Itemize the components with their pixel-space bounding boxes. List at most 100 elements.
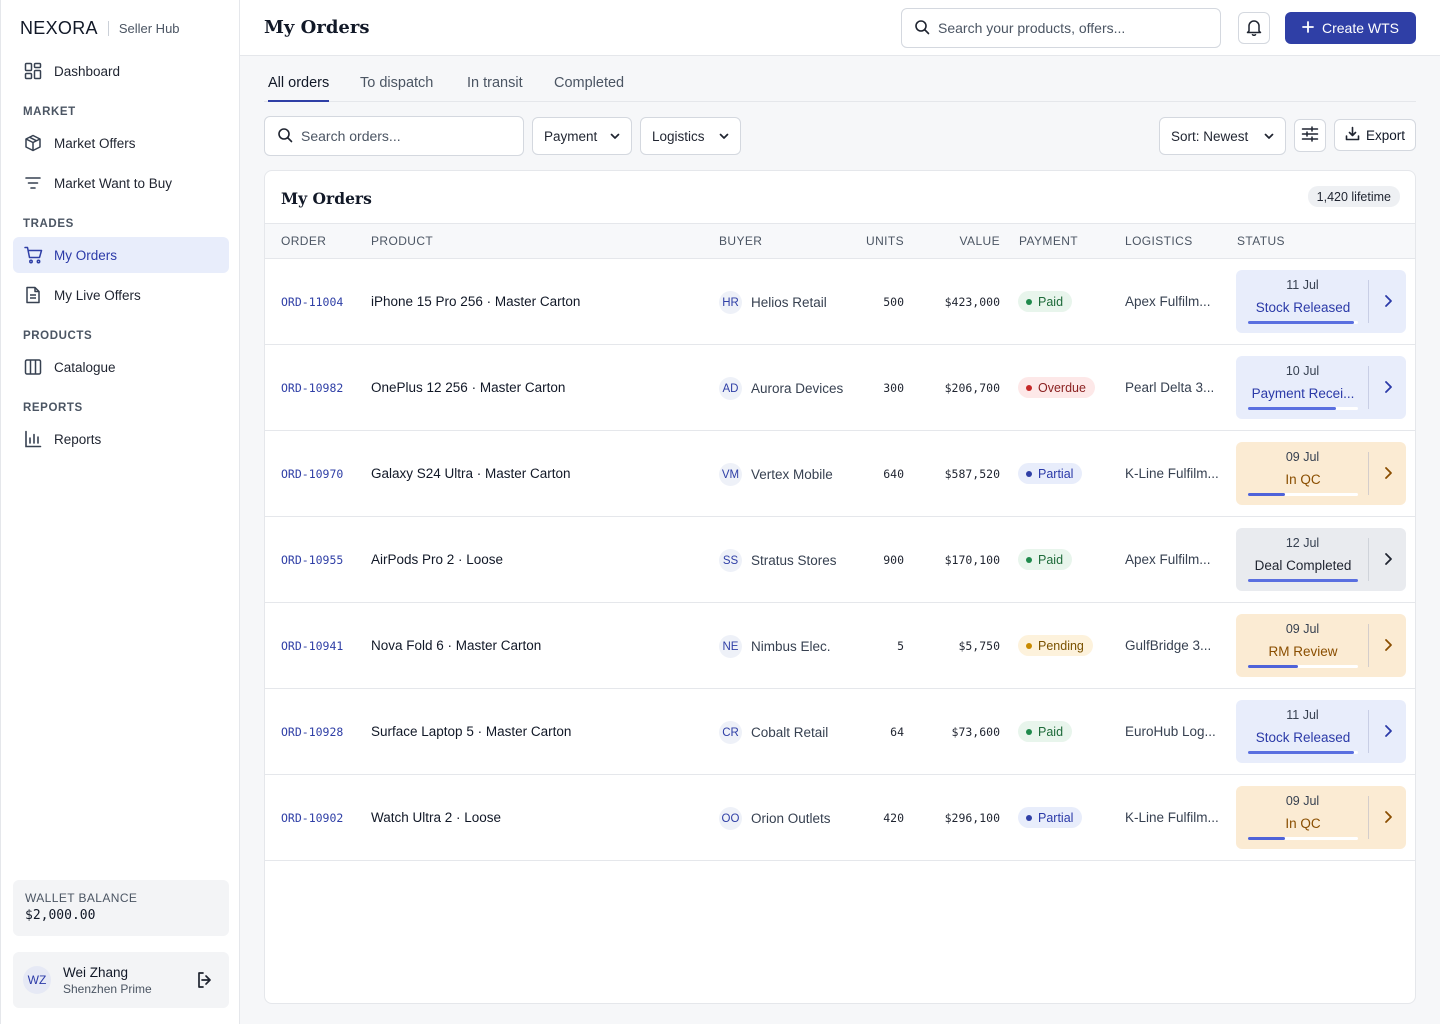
order-value: $587,520 xyxy=(944,467,1000,481)
chevron-right-icon[interactable] xyxy=(1380,637,1396,653)
create-wts-label: Create WTS xyxy=(1321,20,1399,36)
avatar: WZ xyxy=(23,966,51,994)
table-row[interactable]: ORD-10970 Galaxy S24 Ultra · Master Carto… xyxy=(265,431,1415,517)
table-row[interactable]: ORD-10928 Surface Laptop 5 · Master Carto… xyxy=(265,689,1415,775)
order-status-card[interactable]: 09 Jul RM Review xyxy=(1236,614,1406,677)
order-status-card[interactable]: 09 Jul In QC xyxy=(1236,786,1406,849)
order-status-card[interactable]: 09 Jul In QC xyxy=(1236,442,1406,505)
global-search[interactable] xyxy=(901,8,1221,48)
logout-icon[interactable] xyxy=(195,970,215,990)
create-wts-button[interactable]: Create WTS xyxy=(1285,12,1416,44)
chevron-right-icon[interactable] xyxy=(1380,293,1396,309)
status-label: Stock Released xyxy=(1255,730,1351,745)
column-header-order[interactable]: ORDER xyxy=(281,234,326,248)
sidebar-item-label: Market Offers xyxy=(54,135,136,151)
chevron-right-icon[interactable] xyxy=(1380,723,1396,739)
column-header-status[interactable]: STATUS xyxy=(1237,234,1285,248)
brand-logo: NEXORA xyxy=(20,17,98,38)
order-id-link[interactable]: ORD-10970 xyxy=(281,467,343,481)
sidebar-item-label: Reports xyxy=(54,431,102,447)
order-status-card[interactable]: 12 Jul Deal Completed xyxy=(1236,528,1406,591)
status-date: 10 Jul xyxy=(1285,364,1320,378)
sidebar-item-my-live-offers[interactable]: My Live Offers xyxy=(13,277,229,313)
order-id-link[interactable]: ORD-10941 xyxy=(281,639,343,653)
order-status-card[interactable]: 11 Jul Stock Released xyxy=(1236,700,1406,763)
logistics-provider: Apex Fulfilm... xyxy=(1125,294,1211,309)
order-id-link[interactable]: ORD-10902 xyxy=(281,811,343,825)
sidebar-item-catalogue[interactable]: Catalogue xyxy=(13,349,229,385)
table-row[interactable]: ORD-10982 OnePlus 12 256 · Master Carton A… xyxy=(265,345,1415,431)
sidebar-item-reports[interactable]: Reports xyxy=(13,421,229,457)
sidebar-item-label: Dashboard xyxy=(54,63,121,79)
global-search-input[interactable] xyxy=(938,20,1198,36)
payment-status-badge: Paid xyxy=(1018,291,1073,312)
table-row[interactable]: ORD-10902 Watch Ultra 2 · Loose OO Orion Ou… xyxy=(265,775,1415,861)
payment-status-badge: Pending xyxy=(1018,635,1093,656)
order-id-link[interactable]: ORD-10982 xyxy=(281,381,343,395)
table-row[interactable]: ORD-11004 iPhone 15 Pro 256 · Master Cart… xyxy=(265,259,1415,345)
column-header-units[interactable]: UNITS xyxy=(866,234,904,248)
download-icon xyxy=(1345,126,1360,144)
column-header-payment[interactable]: PAYMENT xyxy=(1019,234,1078,248)
tab-in-transit[interactable]: In transit xyxy=(467,75,523,102)
column-header-product[interactable]: PRODUCT xyxy=(371,234,433,248)
box-icon xyxy=(23,133,43,153)
units-value: 420 xyxy=(883,811,904,825)
order-status-card[interactable]: 11 Jul Stock Released xyxy=(1236,270,1406,333)
chevron-right-icon[interactable] xyxy=(1380,379,1396,395)
column-header-buyer[interactable]: BUYER xyxy=(719,234,762,248)
sidebar-item-market-offers[interactable]: Market Offers xyxy=(13,125,229,161)
order-search[interactable] xyxy=(264,116,524,156)
product-name: Nova Fold 6 · Master Carton xyxy=(371,638,542,653)
sidebar-item-my-orders[interactable]: My Orders xyxy=(13,237,229,273)
status-dot-icon xyxy=(1026,814,1032,821)
tab-completed[interactable]: Completed xyxy=(554,75,624,102)
document-icon xyxy=(23,285,43,305)
logistics-provider: GulfBridge 3... xyxy=(1125,638,1212,653)
buyer-avatar: OO xyxy=(719,807,742,830)
status-divider xyxy=(1368,452,1369,495)
status-divider xyxy=(1368,796,1369,839)
status-label: In QC xyxy=(1285,472,1321,487)
section-market: MARKET xyxy=(23,106,76,118)
payment-status-badge: Paid xyxy=(1018,721,1073,742)
status-divider xyxy=(1368,624,1369,667)
tab-to-dispatch[interactable]: To dispatch xyxy=(360,75,433,102)
status-dot-icon xyxy=(1026,384,1032,391)
tab-all-orders[interactable]: All orders xyxy=(268,75,330,102)
payment-filter[interactable]: Payment xyxy=(532,117,632,155)
order-status-card[interactable]: 10 Jul Payment Recei... xyxy=(1236,356,1406,419)
product-name: Watch Ultra 2 · Loose xyxy=(371,810,502,825)
table-row[interactable]: ORD-10941 Nova Fold 6 · Master Carton NE Ni… xyxy=(265,603,1415,689)
order-search-input[interactable] xyxy=(301,128,501,144)
chevron-right-icon[interactable] xyxy=(1380,551,1396,567)
notifications-button[interactable] xyxy=(1238,12,1270,44)
logistics-filter[interactable]: Logistics xyxy=(640,117,741,155)
sidebar-item-market-want-to-buy[interactable]: Market Want to Buy xyxy=(13,165,229,201)
column-header-value[interactable]: VALUE xyxy=(960,234,1000,248)
search-icon xyxy=(277,127,293,146)
column-settings-button[interactable] xyxy=(1294,119,1326,152)
buyer-avatar: VM xyxy=(719,463,742,486)
chevron-right-icon[interactable] xyxy=(1380,465,1396,481)
column-header-logistics[interactable]: LOGISTICS xyxy=(1125,234,1193,248)
status-divider xyxy=(1368,366,1369,409)
buyer-name: Helios Retail xyxy=(751,295,827,310)
export-button[interactable]: Export xyxy=(1334,119,1416,151)
chevron-right-icon[interactable] xyxy=(1380,809,1396,825)
logistics-provider: Pearl Delta 3... xyxy=(1125,380,1215,395)
order-id-link[interactable]: ORD-10955 xyxy=(281,553,343,567)
sort-select[interactable]: Sort: Newest xyxy=(1159,117,1286,155)
sidebar-item-label: Catalogue xyxy=(54,359,116,375)
status-progress-fill xyxy=(1248,407,1336,410)
orders-card: My Orders 1,420 lifetime ORDER PRODUCT B… xyxy=(264,170,1416,1004)
order-id-link[interactable]: ORD-11004 xyxy=(281,295,343,309)
sidebar-item-dashboard[interactable]: Dashboard xyxy=(13,53,229,89)
table-row[interactable]: ORD-10955 AirPods Pro 2 · Loose SS Stratus … xyxy=(265,517,1415,603)
logistics-filter-label: Logistics xyxy=(652,128,705,144)
buyer-avatar: SS xyxy=(719,549,742,572)
status-date: 09 Jul xyxy=(1285,622,1320,636)
cart-icon xyxy=(23,245,43,265)
order-id-link[interactable]: ORD-10928 xyxy=(281,725,343,739)
logistics-provider: Apex Fulfilm... xyxy=(1125,552,1211,567)
